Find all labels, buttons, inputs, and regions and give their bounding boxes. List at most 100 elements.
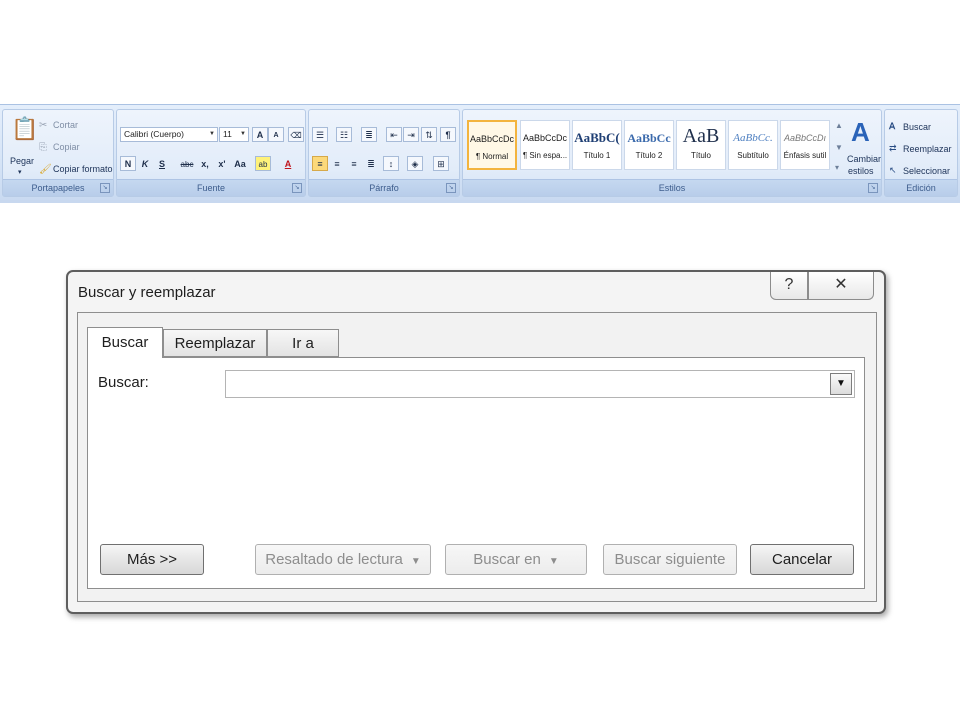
numbering-icon[interactable]: ☷: [336, 127, 352, 142]
sort-icon[interactable]: ⇅: [421, 127, 437, 142]
dialog-body: Buscar Reemplazar Ir a Buscar: ▼ Más >> …: [77, 312, 877, 602]
bold-button[interactable]: N: [120, 156, 136, 171]
select-cursor-icon: ↖: [889, 165, 897, 175]
align-center-icon[interactable]: ≡: [329, 156, 345, 171]
styles-scroll-up-icon[interactable]: ▲: [835, 120, 843, 132]
shrink-font-button[interactable]: A: [268, 127, 284, 142]
bullets-icon[interactable]: ☰: [312, 127, 328, 142]
replace-icon: ⇄: [889, 143, 897, 153]
tab-go-to[interactable]: Ir a: [267, 329, 339, 357]
format-painter-icon: 🖌: [39, 164, 52, 175]
paste-button[interactable]: Pegar: [10, 156, 34, 166]
style-name: Énfasis sutil: [783, 151, 827, 160]
font-launcher-icon[interactable]: ↘: [292, 183, 302, 193]
find-next-label: Buscar siguiente: [614, 551, 726, 568]
change-styles-icon: A: [851, 117, 870, 147]
reading-highlight-button[interactable]: Resaltado de lectura ▼: [255, 544, 431, 575]
change-styles-button[interactable]: Cambiar: [847, 154, 881, 164]
find-next-button[interactable]: Buscar siguiente: [603, 544, 737, 575]
font-name-value: Calibri (Cuerpo): [124, 129, 184, 139]
font-group: Calibri (Cuerpo) ▼ 11 ▼ A A ⌫ N K S abc …: [116, 109, 306, 197]
borders-icon[interactable]: ⊞: [433, 156, 449, 171]
more-button[interactable]: Más >>: [100, 544, 204, 575]
justify-icon[interactable]: ≣: [363, 156, 379, 171]
replace-ribbon-button[interactable]: Reemplazar: [903, 144, 952, 154]
find-tab-panel: Buscar: ▼ Más >> Resaltado de lectura ▼ B…: [87, 357, 865, 589]
find-history-dropdown-icon[interactable]: ▼: [830, 373, 852, 395]
clipboard-group-label: Portapapeles: [3, 179, 113, 196]
tab-replace[interactable]: Reemplazar: [163, 329, 267, 357]
style-no-spacing[interactable]: AaBbCcDc ¶ Sin espa...: [520, 120, 570, 170]
style-name: Título 1: [583, 151, 611, 160]
paste-dropdown-arrow[interactable]: ▾: [18, 168, 22, 176]
styles-scroll-down-icon[interactable]: ▼: [835, 142, 843, 154]
ribbon-bottom-edge: [0, 200, 960, 203]
font-name-combo[interactable]: Calibri (Cuerpo) ▼: [120, 127, 218, 142]
font-size-value: 11: [223, 129, 232, 139]
highlight-button[interactable]: ab: [255, 156, 271, 171]
styles-launcher-icon[interactable]: ↘: [868, 183, 878, 193]
style-subtitle[interactable]: AaBbCc. Subtítulo: [728, 120, 778, 170]
style-name: Título: [690, 151, 711, 160]
style-heading-1[interactable]: AaBbC( Título 1: [572, 120, 622, 170]
cut-button[interactable]: Cortar: [53, 120, 78, 130]
chevron-down-icon: ▼: [410, 556, 421, 567]
find-in-button[interactable]: Buscar en ▼: [445, 544, 587, 575]
style-normal[interactable]: AaBbCcDc ¶ Normal: [467, 120, 517, 170]
style-name: Título 2: [635, 151, 663, 160]
font-name-arrow-icon[interactable]: ▼: [209, 128, 215, 141]
font-size-combo[interactable]: 11 ▼: [219, 127, 249, 142]
italic-button[interactable]: K: [137, 156, 153, 171]
style-name: ¶ Normal: [475, 152, 509, 161]
styles-group-label: Estilos: [463, 179, 881, 196]
find-input[interactable]: [225, 370, 855, 398]
editing-group-label: Edición: [885, 179, 957, 196]
editing-group: ꓮ Buscar ⇄ Reemplazar ↖ Seleccionar Edic…: [884, 109, 958, 197]
font-group-label: Fuente: [117, 179, 305, 196]
paragraph-launcher-icon[interactable]: ↘: [446, 183, 456, 193]
shading-icon[interactable]: ◈: [407, 156, 423, 171]
style-heading-2[interactable]: AaBbCc Título 2: [624, 120, 674, 170]
change-case-button[interactable]: Aa: [232, 156, 248, 171]
chevron-down-icon: ▼: [548, 556, 559, 567]
multilevel-list-icon[interactable]: ≣: [361, 127, 377, 142]
reading-highlight-label: Resaltado de lectura: [265, 551, 403, 568]
find-ribbon-button[interactable]: Buscar: [903, 122, 931, 132]
styles-more-icon[interactable]: ▾: [835, 162, 839, 174]
show-marks-button[interactable]: ¶: [440, 127, 456, 142]
copy-button[interactable]: Copiar: [53, 142, 80, 152]
cancel-button[interactable]: Cancelar: [750, 544, 854, 575]
help-button[interactable]: ?: [770, 272, 808, 300]
style-subtle-emphasis[interactable]: AaBbCcDı Énfasis sutil: [780, 120, 830, 170]
grow-font-button[interactable]: A: [252, 127, 268, 142]
dialog-title: Buscar y reemplazar: [78, 284, 216, 301]
style-preview: AaBbCcDc: [522, 133, 567, 143]
find-replace-dialog: Buscar y reemplazar ? ✕ Buscar Reemplaza…: [66, 270, 886, 614]
underline-button[interactable]: S: [154, 156, 170, 171]
find-icon: ꓮ: [889, 121, 896, 131]
clear-format-icon[interactable]: ⌫: [288, 127, 304, 142]
font-color-button[interactable]: A: [280, 156, 296, 171]
scissors-icon: ✂: [39, 120, 48, 131]
line-spacing-icon[interactable]: ↕: [383, 156, 399, 171]
clipboard-launcher-icon[interactable]: ↘: [100, 183, 110, 193]
decrease-indent-icon[interactable]: ⇤: [386, 127, 402, 142]
change-styles-button-line2[interactable]: estilos: [848, 166, 874, 176]
increase-indent-icon[interactable]: ⇥: [403, 127, 419, 142]
close-button[interactable]: ✕: [808, 272, 874, 300]
style-preview: AaBbCcDc: [469, 134, 514, 144]
format-painter-button[interactable]: Copiar formato: [53, 164, 113, 174]
tab-find[interactable]: Buscar: [87, 327, 163, 358]
align-right-icon[interactable]: ≡: [346, 156, 362, 171]
superscript-button[interactable]: x': [214, 156, 230, 171]
more-button-label: Más >>: [126, 551, 178, 568]
style-preview: AaBbCcDı: [783, 133, 827, 143]
subscript-button[interactable]: x,: [197, 156, 213, 171]
strikethrough-button[interactable]: abc: [179, 156, 195, 171]
align-left-icon[interactable]: ≡: [312, 156, 328, 171]
find-in-label: Buscar en: [473, 551, 541, 568]
find-label: Buscar:: [98, 374, 149, 391]
style-title[interactable]: AaB Título: [676, 120, 726, 170]
select-ribbon-button[interactable]: Seleccionar: [903, 166, 950, 176]
font-size-arrow-icon[interactable]: ▼: [240, 128, 246, 141]
